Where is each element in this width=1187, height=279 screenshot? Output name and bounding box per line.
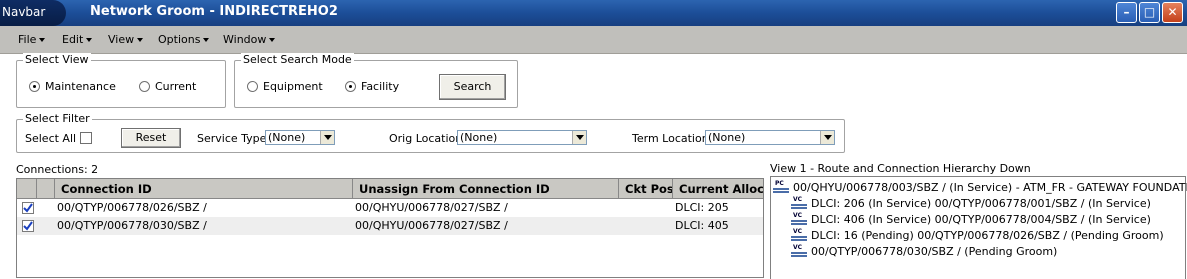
search-mode-legend: Select Search Mode <box>241 53 354 66</box>
radio-unselected-icon <box>247 81 258 92</box>
vc-icon: VC <box>791 196 807 210</box>
checked-icon[interactable] <box>22 220 34 232</box>
radio-equipment[interactable]: Equipment <box>247 80 323 93</box>
tree-node-vc[interactable]: VC 00/QTYP/006778/030/SBZ / (Pending Gro… <box>791 244 1057 258</box>
hierarchy-title: View 1 - Route and Connection Hierarchy … <box>770 162 1031 175</box>
tree-node-vc[interactable]: VC DLCI: 16 (Pending) 00/QTYP/006778/026… <box>791 228 1164 242</box>
header-ckt-pos[interactable]: Ckt Pos <box>619 179 673 199</box>
radio-facility[interactable]: Facility <box>345 80 399 93</box>
term-location-select[interactable]: (None) <box>705 130 835 145</box>
vc-icon: VC <box>791 212 807 226</box>
header-spacer <box>37 179 55 199</box>
select-value: (None) <box>268 131 306 144</box>
menu-edit[interactable]: Edit <box>62 33 93 46</box>
cell-current-alloc: DLCI: 405 <box>675 219 729 232</box>
menu-view[interactable]: View <box>108 33 144 46</box>
header-current-alloc[interactable]: Current Allocat <box>673 179 763 199</box>
tree-node-vc[interactable]: VC DLCI: 206 (In Service) 00/QTYP/006778… <box>791 196 1151 210</box>
radio-current[interactable]: Current <box>139 80 196 93</box>
title-bar: Navbar Network Groom - INDIRECTREHO2 – □… <box>0 0 1187 26</box>
minimize-icon[interactable]: – <box>1116 2 1137 23</box>
tree-node-label: DLCI: 16 (Pending) 00/QTYP/006778/026/SB… <box>811 228 1164 242</box>
tree-node-label: DLCI: 406 (In Service) 00/QTYP/006778/00… <box>811 212 1151 226</box>
menu-options[interactable]: Options <box>158 33 210 46</box>
select-view-group: Select View Maintenance Current <box>16 53 226 108</box>
header-unassign-from[interactable]: Unassign From Connection ID <box>353 179 619 199</box>
service-type-label: Service Type: <box>197 132 271 145</box>
close-icon[interactable]: ✕ <box>1162 2 1183 23</box>
radio-label: Current <box>155 80 197 93</box>
cell-connection-id: 00/QTYP/006778/026/SBZ / <box>57 201 207 214</box>
tree-node-label: 00/QHYU/006778/003/SBZ / (In Service) - … <box>793 180 1187 194</box>
chevron-down-icon <box>269 38 276 42</box>
connections-count: Connections: 2 <box>16 163 99 176</box>
search-button[interactable]: Search <box>439 74 506 100</box>
hierarchy-tree: PC 00/QHYU/006778/003/SBZ / (In Service)… <box>770 176 1187 279</box>
select-value: (None) <box>460 131 498 144</box>
chevron-down-icon <box>39 38 46 42</box>
cell-unassign-from: 00/QHYU/006778/027/SBZ / <box>355 219 508 232</box>
tree-node-label: DLCI: 206 (In Service) 00/QTYP/006778/00… <box>811 196 1151 210</box>
checked-icon[interactable] <box>22 202 34 214</box>
content-area: Select View Maintenance Current Select S… <box>0 53 1187 279</box>
select-all-label: Select All <box>25 132 77 145</box>
header-check <box>17 179 37 199</box>
window-title: Network Groom - INDIRECTREHO2 <box>90 4 338 19</box>
cell-current-alloc: DLCI: 205 <box>675 201 729 214</box>
orig-location-label: Orig Location: <box>389 132 466 145</box>
menu-bar: File Edit View Options Window <box>0 26 1187 54</box>
cell-connection-id: 00/QTYP/006778/030/SBZ / <box>57 219 207 232</box>
select-value: (None) <box>708 131 746 144</box>
chevron-down-icon <box>820 131 834 144</box>
window-controls: – □ ✕ <box>1116 2 1183 23</box>
vc-icon: VC <box>791 244 807 258</box>
chevron-down-icon <box>320 131 334 144</box>
menu-file[interactable]: File <box>18 33 46 46</box>
tree-node-label: 00/QTYP/006778/030/SBZ / (Pending Groom) <box>811 244 1058 258</box>
radio-selected-icon <box>345 81 356 92</box>
table-row[interactable]: 00/QTYP/006778/030/SBZ / 00/QHYU/006778/… <box>17 217 763 235</box>
chevron-down-icon <box>572 131 586 144</box>
radio-label: Equipment <box>263 80 323 93</box>
tree-node-pc[interactable]: PC 00/QHYU/006778/003/SBZ / (In Service)… <box>773 180 1187 194</box>
radio-selected-icon <box>29 81 40 92</box>
select-filter-group: Select Filter Select All Reset Service T… <box>16 112 845 153</box>
tree-node-vc[interactable]: VC DLCI: 406 (In Service) 00/QTYP/006778… <box>791 212 1151 226</box>
chevron-down-icon <box>203 38 210 42</box>
orig-location-select[interactable]: (None) <box>457 130 587 145</box>
radio-label: Maintenance <box>45 80 116 93</box>
maximize-icon[interactable]: □ <box>1139 2 1160 23</box>
select-all-checkbox[interactable] <box>80 132 92 144</box>
radio-unselected-icon <box>139 81 150 92</box>
pc-icon: PC <box>773 180 789 194</box>
reset-button[interactable]: Reset <box>121 128 181 148</box>
table-row[interactable]: 00/QTYP/006778/026/SBZ / 00/QHYU/006778/… <box>17 199 763 217</box>
radio-label: Facility <box>361 80 400 93</box>
service-type-select[interactable]: (None) <box>265 130 335 145</box>
select-view-legend: Select View <box>23 53 91 66</box>
chevron-down-icon <box>137 38 144 42</box>
header-connection-id[interactable]: Connection ID <box>55 179 353 199</box>
connections-grid: Connection ID Unassign From Connection I… <box>16 178 764 278</box>
menu-window[interactable]: Window <box>223 33 276 46</box>
cell-unassign-from: 00/QHYU/006778/027/SBZ / <box>355 201 508 214</box>
vc-icon: VC <box>791 228 807 242</box>
search-mode-group: Select Search Mode Equipment Facility Se… <box>234 53 518 108</box>
term-location-label: Term Location: <box>632 132 713 145</box>
chevron-down-icon <box>86 38 93 42</box>
radio-maintenance[interactable]: Maintenance <box>29 80 116 93</box>
select-filter-legend: Select Filter <box>23 112 92 125</box>
grid-header: Connection ID Unassign From Connection I… <box>17 179 763 199</box>
navbar-tab[interactable]: Navbar <box>0 0 66 26</box>
